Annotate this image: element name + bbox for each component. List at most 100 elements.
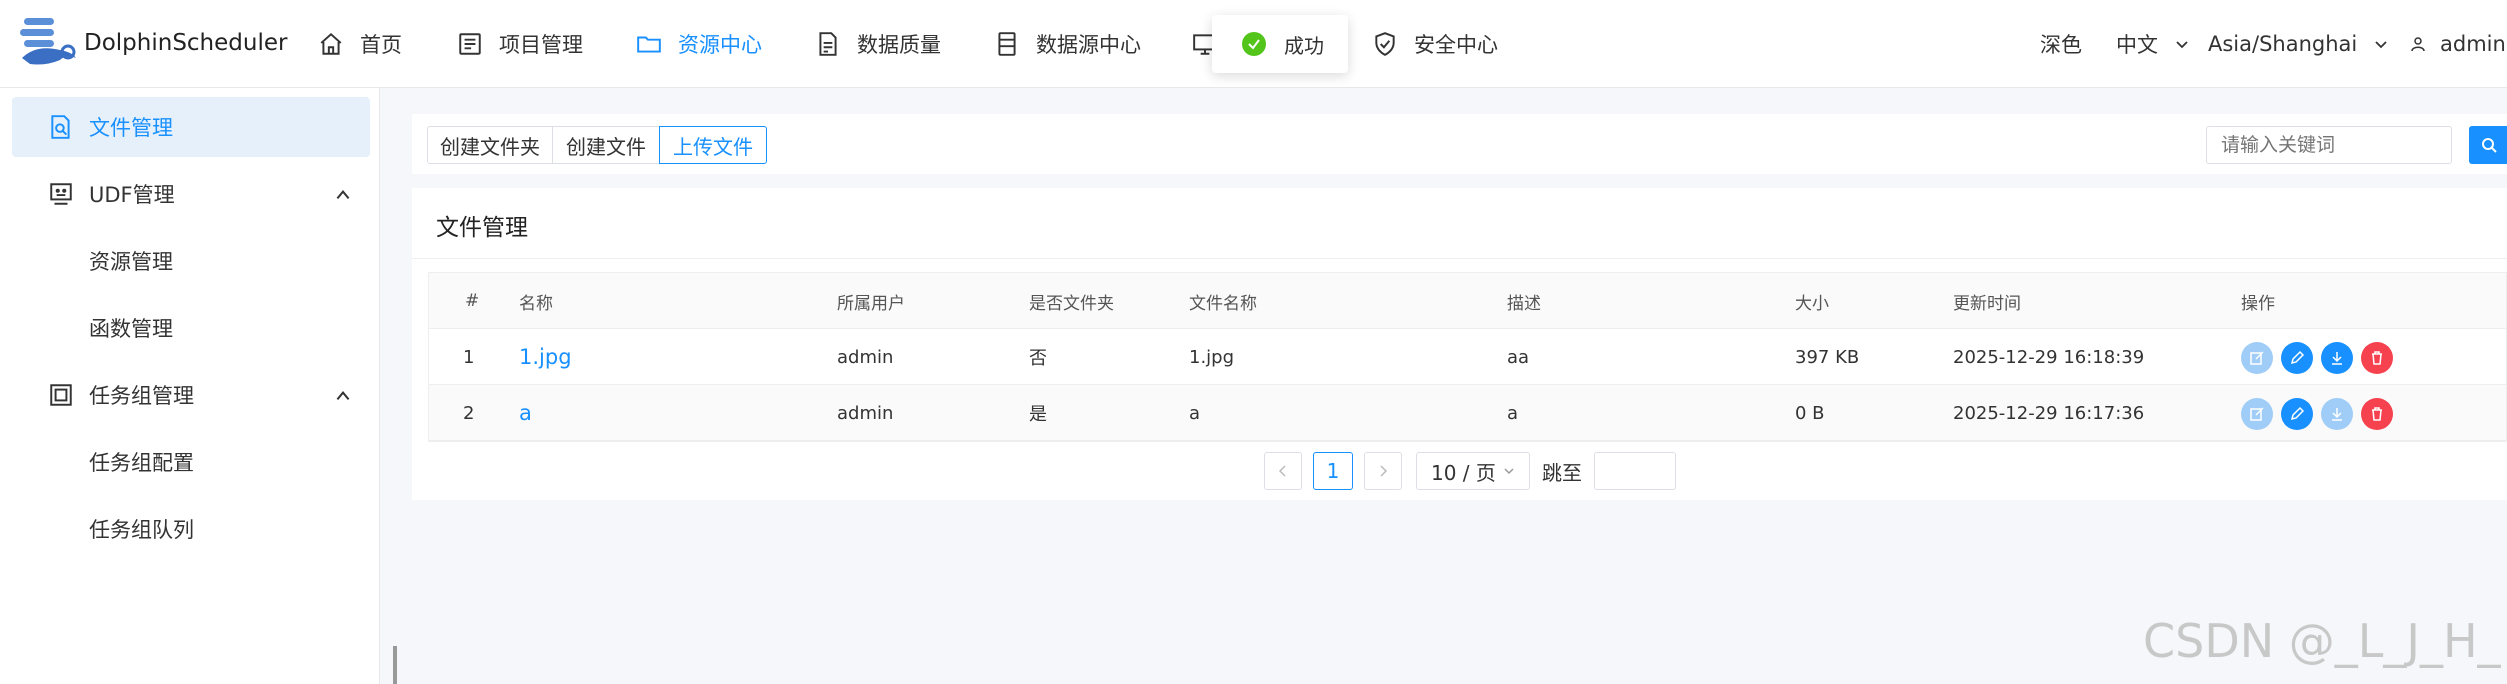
nav-label: 安全中心 <box>1414 33 1498 57</box>
nav-security-center[interactable]: 安全中心 <box>1372 26 1498 62</box>
cell-file-name: 1.jpg <box>1189 346 1235 368</box>
chevron-left-icon <box>1278 465 1286 477</box>
nav-data-quality[interactable]: 数据质量 <box>815 26 941 62</box>
sidebar-item-label: UDF管理 <box>89 183 175 207</box>
trash-icon <box>2372 351 2382 365</box>
file-name-link[interactable]: a <box>519 385 532 441</box>
table-row: 1 1.jpg admin 否 1.jpg aa 397 KB 2025-12-… <box>429 329 2506 385</box>
resize-handle[interactable] <box>393 646 397 684</box>
cell-size: 0 B <box>1795 402 1825 424</box>
folder-icon <box>637 36 661 53</box>
chevron-up-icon <box>336 391 350 401</box>
language-select[interactable]: 中文 <box>2116 26 2190 62</box>
prev-page-button[interactable] <box>1264 452 1302 490</box>
sidebar-item-label: 任务组配置 <box>89 451 194 475</box>
chevron-down-icon <box>2375 41 2387 49</box>
create-file-button[interactable]: 创建文件 <box>552 126 660 164</box>
data-quality-icon <box>819 32 837 56</box>
sidebar-item-label: 任务组队列 <box>89 518 194 542</box>
nav-datasource-center[interactable]: 数据源中心 <box>994 26 1141 62</box>
page-size-select[interactable]: 10 / 页 <box>1416 452 1530 490</box>
sidebar: 文件管理 UDF管理 资源管理 函数管理 任务组管理 任务组配置 任务组队列 <box>0 88 380 684</box>
chevron-down-icon <box>2176 41 2188 49</box>
nav-resource-center[interactable]: 资源中心 <box>636 26 762 62</box>
sidebar-item-task-group-config[interactable]: 任务组配置 <box>12 432 370 492</box>
column-header: 名称 <box>519 293 553 314</box>
file-manage-icon <box>51 115 70 139</box>
row-index: 1 <box>463 346 475 368</box>
cell-is-dir: 是 <box>1029 404 1047 425</box>
rename-button[interactable] <box>2281 398 2313 430</box>
language-label: 中文 <box>2116 33 2158 57</box>
table-row: 2 a admin 是 a a 0 B 2025-12-29 16:17:36 <box>429 385 2506 441</box>
upload-file-button[interactable]: 上传文件 <box>659 126 767 164</box>
sidebar-item-udf[interactable]: UDF管理 <box>12 164 370 224</box>
nav-label: 数据源中心 <box>1036 33 1141 57</box>
cell-user: admin <box>837 346 894 368</box>
download-icon <box>2332 352 2342 365</box>
download-button[interactable] <box>2321 398 2353 430</box>
success-toast: 成功 <box>1212 15 1348 73</box>
chevron-up-icon <box>336 190 350 200</box>
udf-icon <box>50 183 72 205</box>
datasource-icon <box>998 32 1016 56</box>
sidebar-item-label: 函数管理 <box>89 317 173 341</box>
row-actions <box>2241 398 2393 430</box>
file-table: # 名称 所属用户 是否文件夹 文件名称 描述 大小 更新时间 操作 1 1.j… <box>428 272 2507 442</box>
column-header: 所属用户 <box>837 293 905 314</box>
cell-updated: 2025-12-29 16:18:39 <box>1953 346 2145 368</box>
search-input[interactable] <box>2206 126 2452 164</box>
brand-name[interactable]: DolphinScheduler <box>84 30 287 56</box>
search-button[interactable] <box>2469 126 2507 164</box>
pencil-icon <box>2290 406 2305 421</box>
column-header: 是否文件夹 <box>1029 293 1114 314</box>
check-circle-icon <box>1242 32 1266 56</box>
file-name-link[interactable]: 1.jpg <box>519 329 572 385</box>
edit-file-icon <box>2250 351 2264 365</box>
delete-button[interactable] <box>2361 398 2393 430</box>
next-page-button[interactable] <box>1364 452 1402 490</box>
sidebar-item-file-management[interactable]: 文件管理 <box>12 97 370 157</box>
chevron-down-icon <box>1504 468 1514 475</box>
column-header: 描述 <box>1507 293 1541 314</box>
home-icon <box>320 32 342 55</box>
theme-toggle[interactable]: 深色 <box>2040 26 2082 62</box>
create-folder-button[interactable]: 创建文件夹 <box>427 126 553 164</box>
project-icon <box>459 33 481 55</box>
sidebar-item-function-management[interactable]: 函数管理 <box>12 298 370 358</box>
theme-label: 深色 <box>2040 33 2082 57</box>
sidebar-item-resource-management[interactable]: 资源管理 <box>12 231 370 291</box>
row-index: 2 <box>463 402 475 424</box>
edit-content-button[interactable] <box>2241 342 2273 374</box>
nav-label: 资源中心 <box>678 33 762 57</box>
top-header: DolphinScheduler 首页 项目管理 资源中心 数据质量 数据源中心… <box>0 0 2507 88</box>
sidebar-item-label: 任务组管理 <box>89 384 194 408</box>
column-header: 大小 <box>1795 293 1829 314</box>
cell-file-name: a <box>1189 402 1201 424</box>
nav-project-management[interactable]: 项目管理 <box>457 26 583 62</box>
download-button[interactable] <box>2321 342 2353 374</box>
column-header: # <box>465 291 480 311</box>
download-icon <box>2332 408 2342 421</box>
column-header: 文件名称 <box>1189 293 1257 314</box>
user-menu[interactable]: admin <box>2410 26 2506 62</box>
card-title: 文件管理 <box>436 215 528 241</box>
nav-label: 数据质量 <box>857 33 941 57</box>
sidebar-item-task-group-queue[interactable]: 任务组队列 <box>12 499 370 559</box>
edit-content-button[interactable] <box>2241 398 2273 430</box>
sidebar-item-task-group-management[interactable]: 任务组管理 <box>12 365 370 425</box>
page-size-label: 10 / 页 <box>1431 460 1496 485</box>
nav-home[interactable]: 首页 <box>318 26 402 62</box>
cell-description: aa <box>1507 346 1530 368</box>
column-header: 更新时间 <box>1953 293 2021 314</box>
trash-icon <box>2372 407 2382 421</box>
search-icon <box>2482 138 2497 153</box>
page-number-button[interactable]: 1 <box>1313 452 1353 490</box>
delete-button[interactable] <box>2361 342 2393 374</box>
jump-page-input[interactable] <box>1594 452 1676 490</box>
rename-button[interactable] <box>2281 342 2313 374</box>
sidebar-item-label: 文件管理 <box>89 116 173 140</box>
user-icon <box>2411 37 2425 52</box>
username: admin <box>2440 32 2506 56</box>
timezone-select[interactable]: Asia/Shanghai <box>2208 26 2389 62</box>
